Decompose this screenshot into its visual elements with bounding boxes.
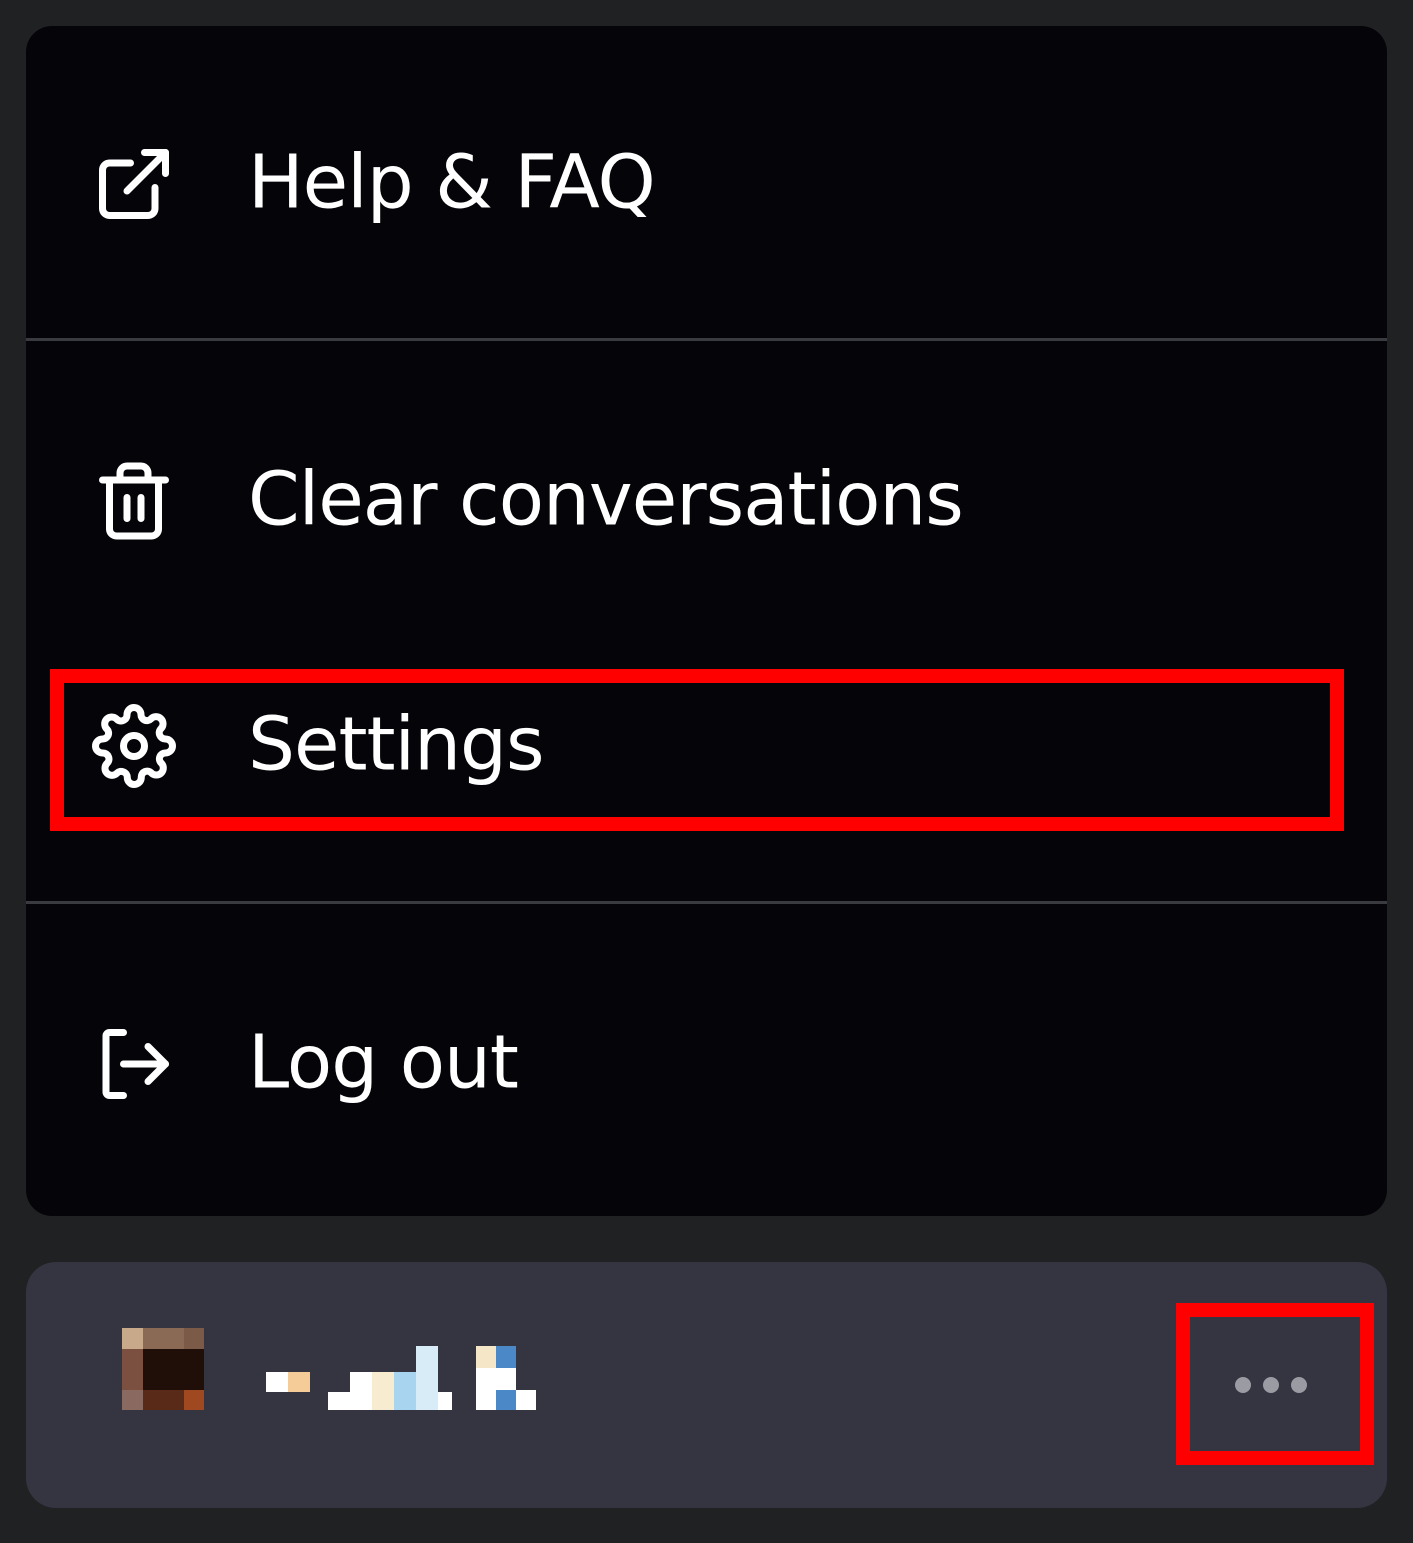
username-redacted	[266, 1346, 536, 1410]
more-options-highlight-box	[1176, 1303, 1374, 1465]
menu-item-label: Help & FAQ	[248, 138, 656, 225]
settings-highlight-box	[50, 669, 1344, 831]
logout-icon	[92, 1022, 176, 1106]
menu-item-clear-conversations[interactable]: Clear conversations	[26, 386, 1387, 616]
menu-item-label: Log out	[248, 1018, 519, 1105]
trash-icon	[92, 459, 176, 543]
menu-item-help-faq[interactable]: Help & FAQ	[26, 66, 1387, 301]
external-link-icon	[92, 142, 176, 226]
menu-divider	[26, 338, 1387, 341]
avatar[interactable]	[122, 1328, 204, 1410]
menu-item-log-out[interactable]: Log out	[26, 946, 1387, 1181]
account-menu: Help & FAQ Clear conversations Settings	[26, 26, 1387, 1216]
menu-divider	[26, 901, 1387, 904]
menu-item-label: Clear conversations	[248, 456, 964, 543]
